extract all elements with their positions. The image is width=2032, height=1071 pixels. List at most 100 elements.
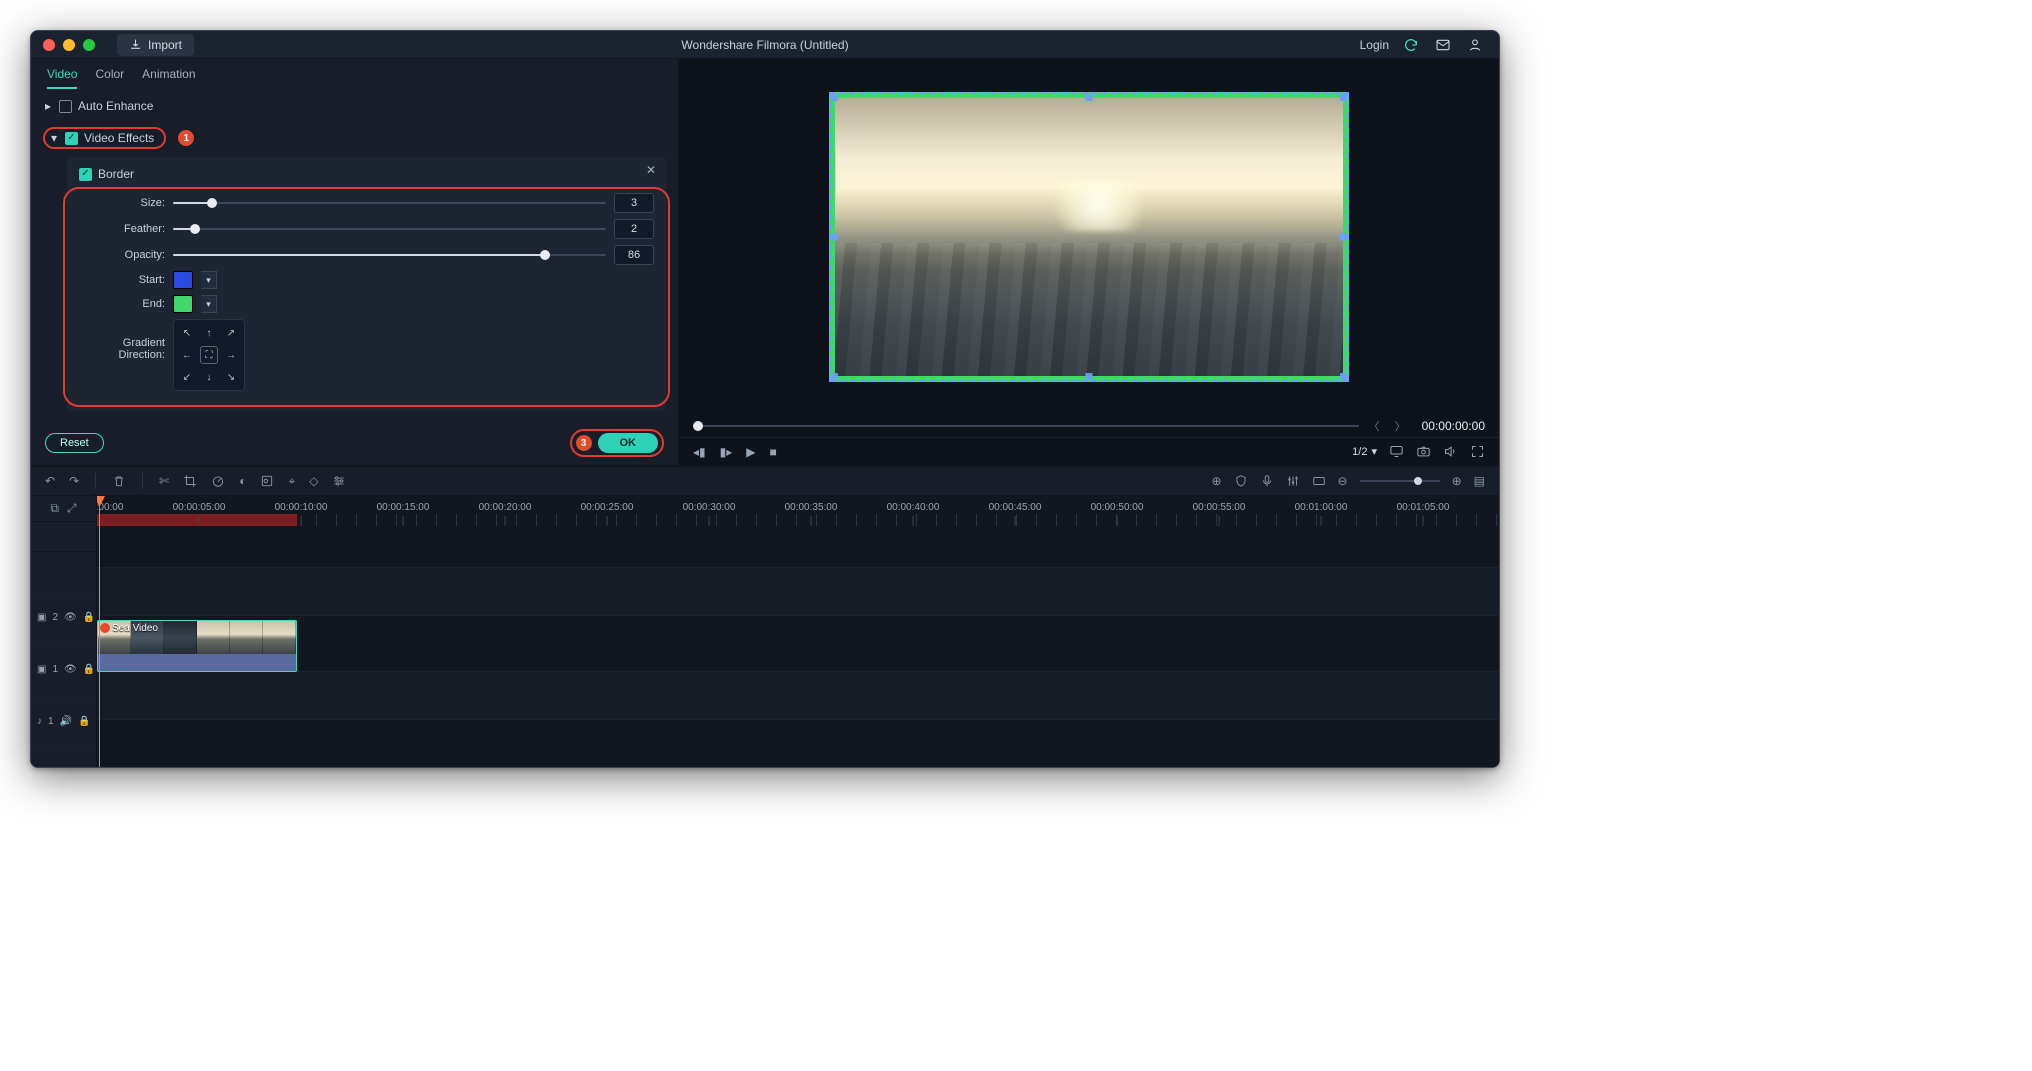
zoom-out-icon[interactable]: ⊖ (1338, 474, 1348, 488)
preview-zoom-select[interactable]: 1/2 ▾ (1352, 445, 1377, 458)
minimize-icon[interactable] (63, 39, 75, 51)
feather-value[interactable]: 2 (614, 219, 654, 239)
start-color-swatch[interactable] (173, 271, 193, 289)
auto-enhance-row[interactable]: ▸ Auto Enhance (43, 95, 666, 117)
maximize-icon[interactable] (83, 39, 95, 51)
gradient-direction-grid[interactable]: ↖ ↑ ↗ ← ⛶ → ↙ ↓ ↘ (173, 319, 245, 391)
close-icon[interactable]: ✕ (646, 163, 656, 177)
clip-sea-video[interactable]: Sea Video (97, 620, 297, 672)
dir-e-icon[interactable]: → (222, 346, 240, 364)
eye-icon[interactable]: 👁 (64, 612, 77, 623)
handle-bl[interactable] (831, 373, 838, 380)
video-effects-row[interactable]: ▾ ✓ Video Effects 1 (43, 123, 666, 153)
dir-sw-icon[interactable]: ↙ (178, 368, 196, 386)
track-header-a1[interactable]: ♪ 1 🔊 🔒 (31, 698, 96, 746)
tab-video[interactable]: Video (47, 67, 77, 89)
volume-icon[interactable] (1443, 444, 1458, 459)
speed-icon[interactable] (211, 474, 225, 488)
link-clips-icon[interactable]: ⧉ (50, 501, 59, 516)
import-button[interactable]: Import (117, 34, 194, 56)
handle-b[interactable] (1086, 373, 1093, 380)
tab-color[interactable]: Color (95, 67, 124, 89)
delete-icon[interactable] (112, 474, 126, 488)
lock-icon[interactable]: 🔒 (83, 612, 95, 623)
scrub-slider[interactable] (693, 425, 1359, 427)
border-header[interactable]: ✓ Border (79, 165, 654, 187)
fit-icon[interactable]: ▤ (1474, 474, 1485, 488)
size-slider[interactable] (173, 196, 606, 210)
zoom-in-icon[interactable]: ⊕ (1452, 474, 1462, 488)
track-empty[interactable] (97, 720, 1499, 767)
border-checkbox[interactable]: ✓ (79, 168, 92, 181)
keyframe-icon[interactable]: ◇ (309, 474, 318, 488)
handle-r[interactable] (1340, 234, 1347, 241)
greenscreen-icon[interactable] (260, 474, 274, 488)
playhead[interactable] (99, 496, 100, 767)
snapshot-icon[interactable] (1416, 444, 1431, 459)
auto-enhance-checkbox[interactable] (59, 100, 72, 113)
end-color-dropdown[interactable]: ▾ (201, 295, 217, 313)
dir-ne-icon[interactable]: ↗ (222, 324, 240, 342)
video-effects-checkbox[interactable]: ✓ (65, 132, 78, 145)
track-header-v1[interactable]: ▣ 1 👁 🔒 (31, 642, 96, 698)
handle-tl[interactable] (831, 94, 838, 101)
end-color-swatch[interactable] (173, 295, 193, 313)
lock-icon[interactable]: 🔒 (83, 664, 95, 675)
color-icon[interactable]: ◐ (239, 474, 246, 488)
sync-icon[interactable] (1403, 37, 1421, 53)
opacity-slider[interactable] (173, 248, 606, 262)
timeline-zoom-slider[interactable] (1360, 480, 1440, 482)
mixer-icon[interactable] (1286, 474, 1300, 488)
display-icon[interactable] (1389, 444, 1404, 459)
handle-t[interactable] (1086, 94, 1093, 101)
play-icon[interactable]: ▶ (746, 445, 755, 459)
feather-slider[interactable] (173, 222, 606, 236)
crop-icon[interactable] (183, 474, 197, 488)
fullscreen-icon[interactable] (1470, 444, 1485, 459)
timeline-ruler[interactable]: 00:00:00:0000:00:05:0000:00:10:0000:00:1… (97, 496, 1499, 526)
prev-frame-icon[interactable]: ◂▮ (693, 445, 706, 459)
opacity-value[interactable]: 86 (614, 245, 654, 265)
redo-icon[interactable]: ↷ (69, 474, 79, 488)
preview-stage[interactable] (679, 59, 1499, 415)
stop-icon[interactable]: ■ (770, 445, 777, 459)
next-frame-icon[interactable]: ▮▸ (720, 445, 733, 459)
cut-icon[interactable]: ✄ (159, 474, 169, 488)
mark-in-out-icon[interactable]: 〈 〉 (1369, 418, 1412, 434)
reset-button[interactable]: Reset (45, 433, 104, 453)
unlink-icon[interactable]: ⤢ (67, 501, 77, 516)
preview-frame[interactable] (829, 92, 1349, 382)
handle-l[interactable] (831, 234, 838, 241)
dir-center-icon[interactable]: ⛶ (200, 346, 218, 364)
focus-icon[interactable]: ⌖ (288, 474, 295, 489)
marker-icon[interactable]: ⊕ (1211, 474, 1221, 488)
ok-button[interactable]: OK (598, 433, 659, 453)
handle-tr[interactable] (1340, 94, 1347, 101)
track-v1[interactable]: Sea Video (97, 616, 1499, 672)
handle-br[interactable] (1340, 373, 1347, 380)
close-icon[interactable] (43, 39, 55, 51)
mic-icon[interactable] (1260, 474, 1274, 488)
track-header-v2[interactable]: ▣ 2 👁 🔒 (31, 594, 96, 642)
login-link[interactable]: Login (1360, 38, 1389, 52)
dir-n-icon[interactable]: ↑ (200, 324, 218, 342)
timeline-main[interactable]: 00:00:00:0000:00:05:0000:00:10:0000:00:1… (97, 496, 1499, 767)
adjust-icon[interactable] (332, 474, 346, 488)
user-icon[interactable] (1467, 37, 1485, 53)
mail-icon[interactable] (1435, 37, 1453, 53)
shield-icon[interactable] (1234, 474, 1248, 488)
tab-animation[interactable]: Animation (142, 67, 195, 89)
eye-icon[interactable]: 👁 (64, 664, 77, 675)
aspect-icon[interactable] (1312, 474, 1326, 488)
lock-icon[interactable]: 🔒 (78, 716, 90, 727)
start-color-dropdown[interactable]: ▾ (201, 271, 217, 289)
dir-w-icon[interactable]: ← (178, 346, 196, 364)
speaker-icon[interactable]: 🔊 (60, 716, 72, 727)
track-v2[interactable] (97, 568, 1499, 616)
track-spacer[interactable] (97, 526, 1499, 568)
dir-s-icon[interactable]: ↓ (200, 368, 218, 386)
dir-nw-icon[interactable]: ↖ (178, 324, 196, 342)
undo-icon[interactable]: ↶ (45, 474, 55, 488)
track-a1[interactable] (97, 672, 1499, 720)
dir-se-icon[interactable]: ↘ (222, 368, 240, 386)
